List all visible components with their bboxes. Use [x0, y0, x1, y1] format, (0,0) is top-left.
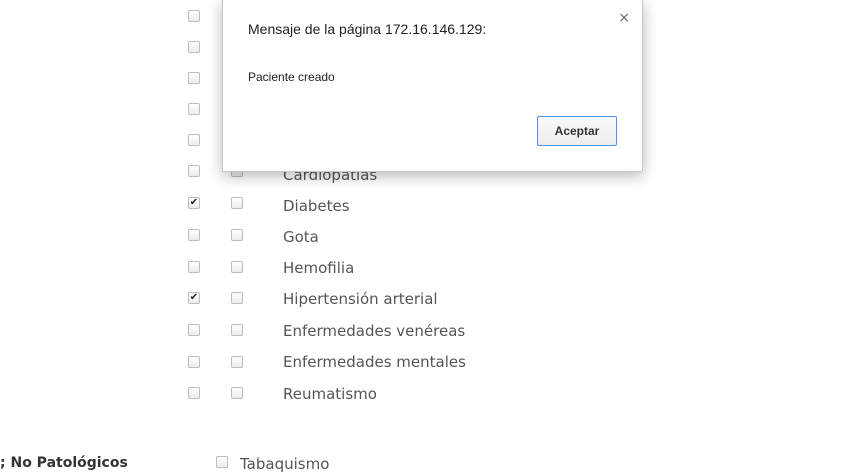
dialog-message: Paciente creado — [248, 70, 335, 84]
condition-checkbox-b[interactable] — [231, 197, 243, 209]
condition-checkbox-a[interactable] — [188, 324, 200, 336]
condition-checkbox-a[interactable] — [188, 387, 200, 399]
condition-checkbox-b[interactable] — [231, 324, 243, 336]
alert-dialog: Mensaje de la página 172.16.146.129: × P… — [222, 0, 643, 172]
condition-label: Reumatismo — [283, 385, 377, 403]
condition-checkbox-b[interactable] — [231, 356, 243, 368]
condition-checkbox-hidden[interactable] — [188, 41, 200, 53]
condition-checkbox-b[interactable] — [231, 261, 243, 273]
condition-checkbox-b[interactable] — [231, 292, 243, 304]
section-heading-no-patologicos: ; No Patológicos — [0, 455, 128, 471]
condition-checkbox-a[interactable]: ✔ — [188, 197, 200, 209]
condition-checkbox-b[interactable] — [231, 387, 243, 399]
condition-label: Hemofilia — [283, 259, 355, 277]
condition-label: Hipertensión arterial — [283, 290, 438, 308]
condition-label: Gota — [283, 228, 319, 246]
tabaquismo-label: Tabaquismo — [240, 455, 330, 473]
tabaquismo-checkbox[interactable] — [216, 456, 228, 468]
condition-checkbox-a[interactable] — [188, 261, 200, 273]
condition-checkbox-a[interactable] — [188, 165, 200, 177]
close-icon[interactable]: × — [618, 10, 630, 26]
condition-checkbox-hidden[interactable] — [188, 72, 200, 84]
condition-checkbox-hidden[interactable] — [188, 103, 200, 115]
condition-checkbox-hidden[interactable] — [188, 10, 200, 22]
condition-label: Diabetes — [283, 197, 350, 215]
condition-label: Enfermedades venéreas — [283, 322, 466, 340]
condition-checkbox-a[interactable]: ✔ — [188, 292, 200, 304]
condition-checkbox-a[interactable] — [188, 356, 200, 368]
accept-button[interactable]: Aceptar — [537, 116, 617, 146]
dialog-title: Mensaje de la página 172.16.146.129: — [248, 21, 487, 37]
condition-label: Enfermedades mentales — [283, 353, 466, 371]
condition-checkbox-b[interactable] — [231, 229, 243, 241]
condition-checkbox-hidden[interactable] — [188, 134, 200, 146]
condition-checkbox-a[interactable] — [188, 229, 200, 241]
